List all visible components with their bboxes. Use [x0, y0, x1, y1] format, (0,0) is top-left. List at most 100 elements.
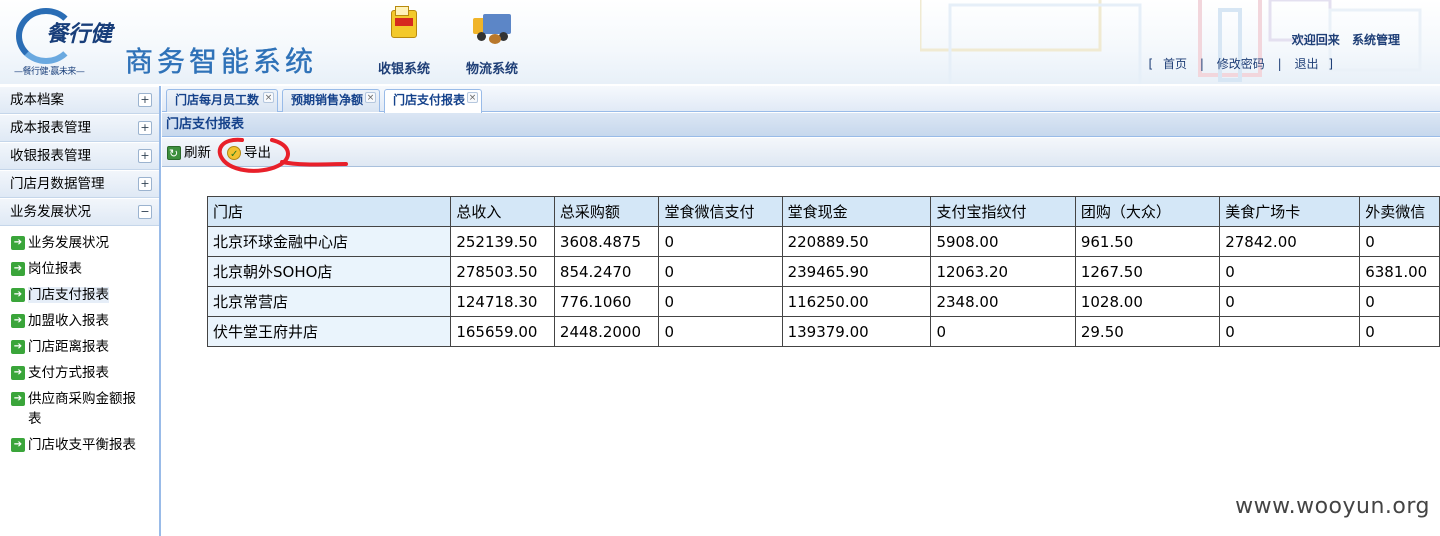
table-cell: 0	[1359, 226, 1440, 257]
column-header: 团购（大众）	[1074, 196, 1221, 227]
arrow-right-icon: ➔	[11, 236, 25, 250]
export-button[interactable]: 导出	[224, 143, 271, 165]
sidebar-group-cost-archive[interactable]: 成本档案 +	[0, 86, 159, 114]
tab-store-payment-report[interactable]: 门店支付报表 ×	[384, 89, 482, 113]
logistics-system-link[interactable]: 物流系统	[452, 4, 532, 77]
sidebar-group-label: 成本档案	[10, 92, 64, 108]
logo-slogan: —餐行健·赢未来—	[14, 67, 85, 77]
refresh-button[interactable]: 刷新	[164, 143, 211, 164]
user-greeting: 欢迎回来 系统管理	[1284, 31, 1400, 48]
table-cell: 6381.00	[1359, 256, 1440, 287]
column-header: 堂食现金	[781, 196, 932, 227]
expand-icon[interactable]: +	[138, 177, 152, 191]
tab-store-monthly-staff[interactable]: 门店每月员工数 ×	[166, 89, 278, 112]
sidebar-item-position-report[interactable]: ➔ 岗位报表	[0, 259, 159, 279]
table-cell: 12063.20	[930, 256, 1076, 287]
expand-icon[interactable]: +	[138, 149, 152, 163]
sidebar-item-label: 门店支付报表	[28, 287, 109, 303]
tab-label: 门店每月员工数	[175, 93, 260, 107]
sidebar-item-label: 供应商采购金额报表	[28, 391, 136, 427]
logout-link[interactable]: 退出	[1294, 57, 1318, 71]
sidebar-group-business-status[interactable]: 业务发展状况 −	[0, 198, 159, 226]
table-cell: 0	[658, 286, 783, 317]
delivery-truck-icon	[469, 4, 515, 48]
sidebar-group-body: ➔ 业务发展状况 ➔ 岗位报表 ➔ 门店支付报表 ➔ 加盟收入报表 ➔ 门店距离…	[0, 226, 159, 455]
sidebar-item-store-balance[interactable]: ➔ 门店收支平衡报表	[0, 435, 159, 455]
header-links: [ 首页 | 修改密码 | 退出 ]	[1146, 55, 1336, 72]
table-cell: 0	[658, 256, 783, 287]
table-cell: 239465.90	[781, 256, 932, 287]
store-cell: 北京常营店	[206, 286, 452, 317]
table-cell: 252139.50	[450, 226, 555, 257]
column-header: 总收入	[450, 196, 555, 227]
report-content: 门店 总收入 总采购额 堂食微信支付 堂食现金 支付宝指纹付 团购（大众） 美食…	[162, 168, 1440, 536]
table-cell: 0	[1219, 316, 1361, 347]
export-icon	[227, 145, 241, 165]
table-cell: 961.50	[1074, 226, 1221, 257]
arrow-right-icon: ➔	[11, 314, 25, 328]
collapse-icon[interactable]: −	[138, 205, 152, 219]
cash-system-link[interactable]: 收银系统	[364, 4, 444, 77]
sidebar-group-store-monthly[interactable]: 门店月数据管理 +	[0, 170, 159, 198]
sidebar-item-label: 门店距离报表	[28, 339, 109, 355]
table-cell: 854.2470	[553, 256, 660, 287]
close-icon[interactable]: ×	[467, 92, 478, 103]
sidebar-group-label: 收银报表管理	[10, 148, 91, 164]
change-password-link[interactable]: 修改密码	[1217, 57, 1265, 71]
arrow-right-icon: ➔	[11, 288, 25, 302]
sidebar-item-payment-methods[interactable]: ➔ 支付方式报表	[0, 363, 159, 383]
app-logo[interactable]: 餐行健 —餐行健·赢未来—	[12, 6, 112, 78]
expand-icon[interactable]: +	[138, 93, 152, 107]
sidebar-item-store-distance[interactable]: ➔ 门店距离报表	[0, 337, 159, 357]
app-header: 餐行健 —餐行健·赢未来— 商务智能系统 收银系统 物流系统 欢迎回来 系统管理…	[0, 0, 1440, 84]
table-cell: 0	[1359, 316, 1440, 347]
sidebar-group-cashier-reports[interactable]: 收银报表管理 +	[0, 142, 159, 170]
sidebar: 成本档案 + 成本报表管理 + 收银报表管理 + 门店月数据管理 + 业务发展状…	[0, 86, 161, 536]
home-link[interactable]: 首页	[1163, 57, 1187, 71]
sidebar-group-label: 业务发展状况	[10, 204, 91, 220]
table-cell: 0	[930, 316, 1076, 347]
arrow-right-icon: ➔	[11, 438, 25, 452]
column-header: 总采购额	[553, 196, 660, 227]
table-cell: 27842.00	[1219, 226, 1361, 257]
table-cell: 1028.00	[1074, 286, 1221, 317]
arrow-right-icon: ➔	[11, 262, 25, 276]
app-title: 商务智能系统	[125, 45, 318, 78]
link-separator: |	[1199, 57, 1204, 71]
refresh-label: 刷新	[184, 145, 211, 161]
welcome-text: 欢迎回来	[1291, 33, 1340, 47]
table-cell: 139379.00	[781, 316, 932, 347]
table-cell: 220889.50	[781, 226, 932, 257]
sidebar-item-store-payment-report[interactable]: ➔ 门店支付报表	[0, 285, 159, 305]
table-cell: 278503.50	[450, 256, 555, 287]
tab-label: 预期销售净额	[291, 93, 364, 107]
close-icon[interactable]: ×	[365, 92, 376, 103]
sidebar-item-business-status[interactable]: ➔ 业务发展状况	[0, 233, 159, 253]
table-cell: 776.1060	[553, 286, 660, 317]
store-cell: 伏牛堂王府井店	[206, 316, 452, 347]
table-cell: 0	[1219, 256, 1361, 287]
tab-label: 门店支付报表	[393, 93, 466, 107]
table-cell: 29.50	[1074, 316, 1221, 347]
sidebar-item-label: 支付方式报表	[28, 365, 109, 381]
logo-brand-text: 餐行健	[46, 21, 113, 47]
close-icon[interactable]: ×	[263, 92, 274, 103]
bracket-close: ]	[1328, 57, 1333, 71]
table-cell: 165659.00	[450, 316, 555, 347]
payment-report-table: 门店 总收入 总采购额 堂食微信支付 堂食现金 支付宝指纹付 团购（大众） 美食…	[206, 196, 1440, 347]
sidebar-group-cost-reports[interactable]: 成本报表管理 +	[0, 114, 159, 142]
table-cell: 0	[1219, 286, 1361, 317]
expand-icon[interactable]: +	[138, 121, 152, 135]
sidebar-item-label: 业务发展状况	[28, 235, 109, 251]
sidebar-item-franchise-income[interactable]: ➔ 加盟收入报表	[0, 311, 159, 331]
logistics-system-label: 物流系统	[465, 62, 518, 77]
table-cell: 116250.00	[781, 286, 932, 317]
tab-expected-net-sales[interactable]: 预期销售净额 ×	[282, 89, 380, 112]
arrow-right-icon: ➔	[11, 392, 25, 406]
column-header: 堂食微信支付	[658, 196, 783, 227]
table-row: 伏牛堂王府井店 165659.00 2448.2000 0 139379.00 …	[206, 316, 1440, 347]
arrow-right-icon: ➔	[11, 340, 25, 354]
sidebar-group-label: 成本报表管理	[10, 120, 91, 136]
sidebar-item-supplier-purchase[interactable]: ➔ 供应商采购金额报表	[0, 389, 140, 429]
table-cell: 0	[658, 226, 783, 257]
